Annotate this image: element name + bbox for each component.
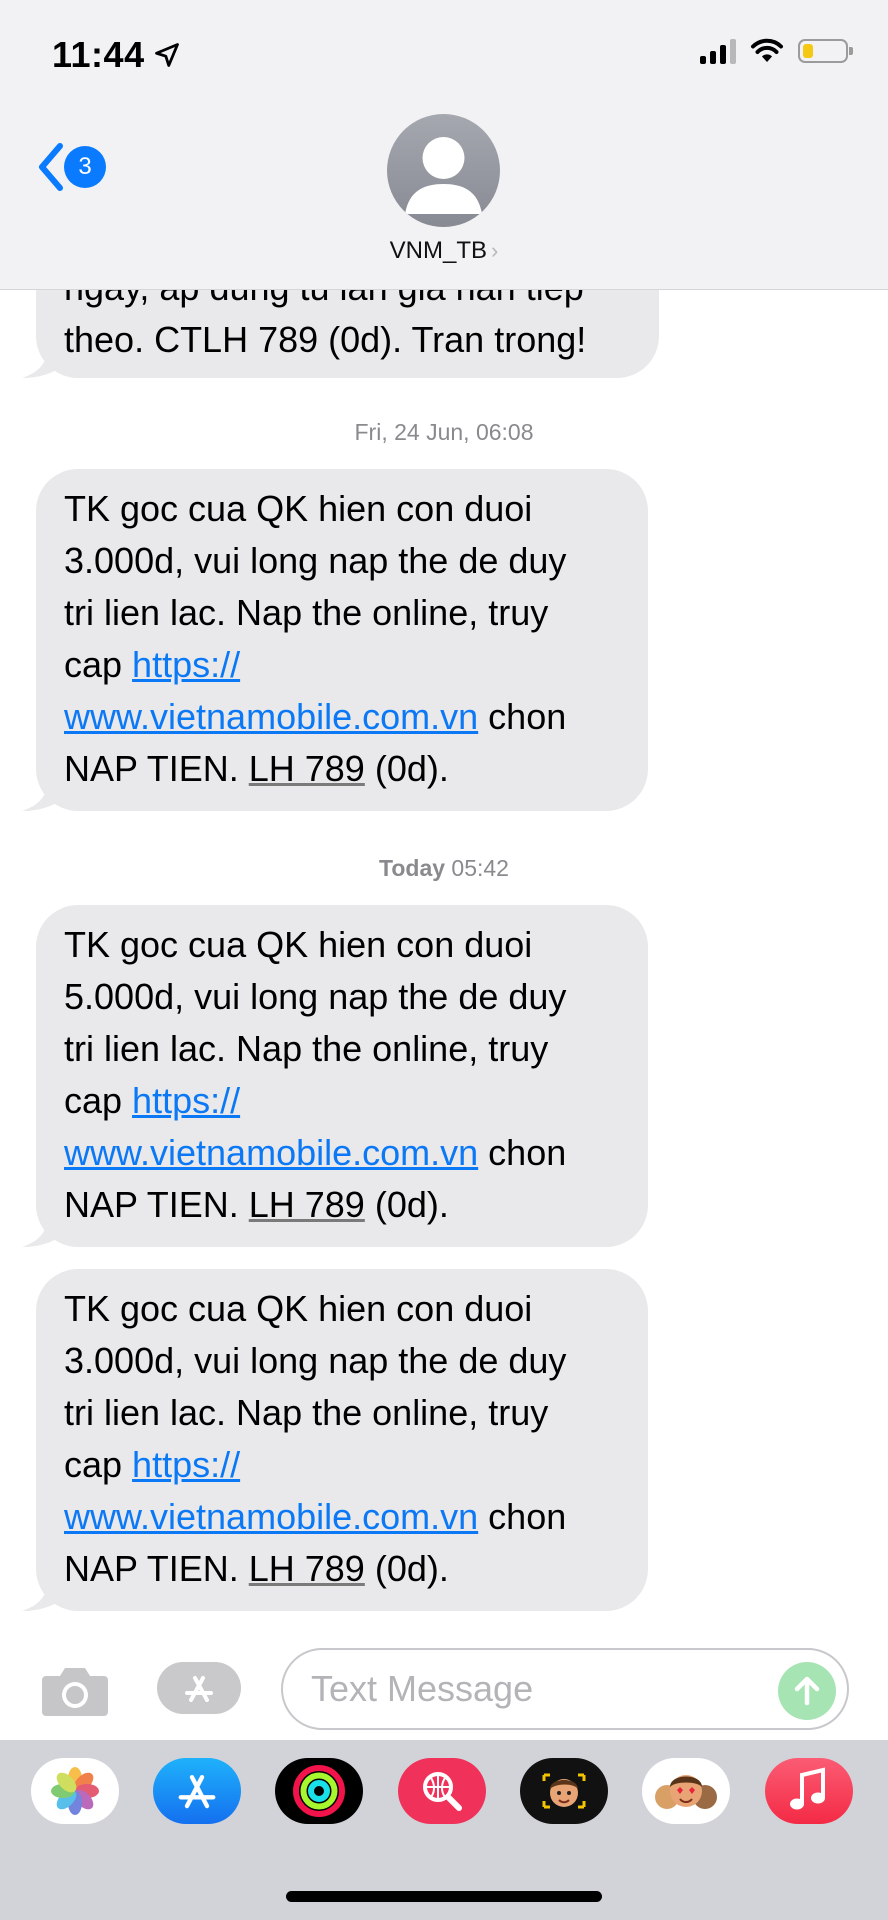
battery-level (803, 44, 813, 58)
message-bubble[interactable]: TK goc cua QK hien con duoi 3.000d, vui … (22, 469, 648, 811)
chevron-left-icon (39, 143, 63, 191)
home-indicator[interactable] (286, 1891, 602, 1902)
message-line: TK goc cua QK hien con duoi (64, 924, 533, 965)
timestamp-day: Fri, 24 Jun, (354, 419, 470, 445)
compose-bar (0, 1630, 888, 1740)
bubble-tail (22, 1577, 62, 1611)
message-line: tri lien lac. Nap the online, truy (64, 592, 549, 633)
status-bar-indicators (700, 38, 853, 64)
message-text: cap (64, 644, 133, 685)
url-link[interactable]: www.vietnamobile.com.vn (64, 1132, 478, 1173)
contact-name-button[interactable]: VNM_TB › (0, 237, 888, 265)
app-store-button[interactable] (157, 1662, 241, 1714)
battery-icon (798, 39, 853, 63)
back-button[interactable]: 3 (36, 142, 106, 192)
url-link[interactable]: www.vietnamobile.com.vn (64, 1496, 478, 1537)
message-line: 3.000d, vui long nap the de duy (64, 1340, 567, 1381)
message-line: NAP TIEN. LH 789 (0d). (64, 1543, 618, 1595)
url-link[interactable]: https:// (132, 1444, 240, 1485)
phone-number-link[interactable]: LH 789 (249, 1184, 365, 1225)
phone-number-link[interactable]: LH 789 (249, 1548, 365, 1589)
wifi-icon (751, 38, 783, 62)
conversation-header: 11:44 3 VNM_TB › (0, 0, 888, 290)
message-line: cap https:// (64, 1439, 618, 1491)
message-text: (0d). (364, 1548, 449, 1589)
message-line: 3.000d, vui long nap the de duy (64, 540, 567, 581)
memoji-icon (542, 1773, 586, 1809)
timestamp: Fri, 24 Jun, 06:08 (0, 419, 888, 446)
timestamp-time: 05:42 (451, 855, 509, 881)
contact-name: VNM_TB (389, 237, 488, 264)
memoji-stickers-icon (655, 1775, 717, 1809)
timestamp: Today 05:42 (0, 855, 888, 882)
clock-text: 11:44 (52, 34, 145, 75)
camera-icon (42, 1668, 108, 1716)
message-text: (0d). (364, 1184, 449, 1225)
memoji-app-button[interactable] (520, 1758, 608, 1824)
message-line: cap https:// (64, 639, 618, 691)
unread-count-badge: 3 (64, 146, 106, 188)
activity-icon (293, 1765, 345, 1817)
message-text: chon (478, 1132, 567, 1173)
activity-app-button[interactable] (275, 1758, 363, 1824)
message-text: NAP TIEN. (64, 1548, 249, 1589)
person-icon (405, 137, 482, 214)
phone-number-link[interactable]: LH 789 (249, 748, 365, 789)
message-bubble[interactable]: TK goc cua QK hien con duoi 5.000d, vui … (22, 905, 648, 1247)
url-link[interactable]: www.vietnamobile.com.vn (64, 696, 478, 737)
camera-button[interactable] (40, 1662, 110, 1718)
message-line: NAP TIEN. LH 789 (0d). (64, 743, 618, 795)
message-bubble[interactable]: TK goc cua QK hien con duoi 3.000d, vui … (22, 1269, 648, 1611)
music-icon (790, 1767, 825, 1810)
music-app-button[interactable] (765, 1758, 853, 1824)
location-arrow-icon (154, 43, 179, 67)
message-line: 5.000d, vui long nap the de duy (64, 976, 567, 1017)
imessage-app-drawer (0, 1740, 888, 1920)
message-line: tri lien lac. Nap the online, truy (64, 1392, 549, 1433)
message-text: (0d). (364, 748, 449, 789)
bubble-tail (22, 1213, 62, 1247)
timestamp-day: Today (379, 855, 446, 881)
send-button[interactable] (778, 1662, 836, 1720)
message-line: www.vietnamobile.com.vn chon (64, 1127, 618, 1179)
status-bar-time: 11:44 (52, 34, 181, 76)
message-line: tri lien lac. Nap the online, truy (64, 1028, 549, 1069)
message-line: TK goc cua QK hien con duoi (64, 488, 533, 529)
url-link[interactable]: https:// (132, 644, 240, 685)
app-store-icon (185, 1676, 213, 1702)
cellular-signal-icon (700, 38, 736, 64)
bubble-tail (22, 777, 62, 811)
message-line: TK goc cua QK hien con duoi (64, 1288, 533, 1329)
app-store-icon (178, 1775, 216, 1809)
chevron-right-icon: › (491, 238, 499, 263)
url-link[interactable]: https:// (132, 1080, 240, 1121)
arrow-up-icon (794, 1676, 820, 1706)
contact-avatar[interactable] (387, 114, 500, 227)
memoji-stickers-app-button[interactable] (642, 1758, 730, 1824)
message-line: theo. CTLH 789 (0d). Tran trong! (64, 319, 587, 360)
message-line: www.vietnamobile.com.vn chon (64, 691, 618, 743)
message-text: cap (64, 1444, 133, 1485)
web-search-app-button[interactable] (398, 1758, 486, 1824)
message-text: chon (478, 696, 567, 737)
photos-app-button[interactable] (31, 1758, 119, 1824)
app-store-app-button[interactable] (153, 1758, 241, 1824)
text-message-input[interactable] (281, 1648, 849, 1730)
message-text: NAP TIEN. (64, 748, 249, 789)
bubble-tail (22, 344, 62, 378)
message-text: cap (64, 1080, 133, 1121)
timestamp-time: 06:08 (475, 419, 534, 445)
web-search-icon (423, 1772, 462, 1811)
message-line: www.vietnamobile.com.vn chon (64, 1491, 618, 1543)
message-line: NAP TIEN. LH 789 (0d). (64, 1179, 618, 1231)
message-text: NAP TIEN. (64, 1184, 249, 1225)
message-line: cap https:// (64, 1075, 618, 1127)
photos-icon (51, 1767, 99, 1815)
message-text: chon (478, 1496, 567, 1537)
